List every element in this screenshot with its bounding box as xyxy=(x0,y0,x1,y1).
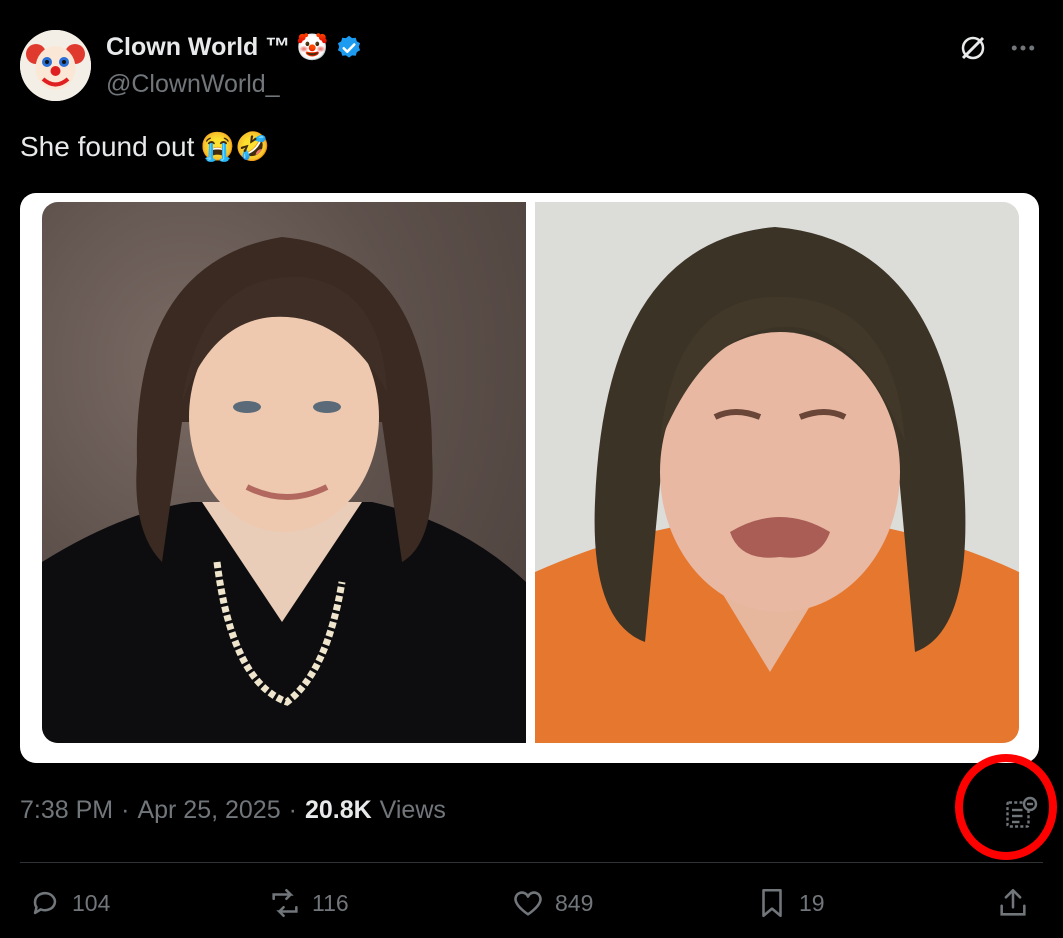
reply-count: 104 xyxy=(72,889,111,916)
tweet-media[interactable] xyxy=(20,193,1039,763)
tweet-text: She found out 😭🤣 xyxy=(20,130,270,163)
like-icon xyxy=(514,891,542,916)
bookmark-icon xyxy=(762,888,782,918)
bookmark-count: 19 xyxy=(799,889,825,916)
bookmark-button[interactable]: 19 xyxy=(755,886,825,920)
repost-button[interactable]: 116 xyxy=(268,886,349,920)
tweet-meta: 7:38 PM · Apr 25, 2025 · 20.8K Views xyxy=(20,796,446,825)
woman-crying-image xyxy=(535,227,1019,743)
photo-after[interactable] xyxy=(535,202,1019,743)
meta-separator: · xyxy=(121,796,130,824)
highlight-circle xyxy=(955,754,1057,860)
meta-separator: · xyxy=(288,796,297,824)
like-count: 849 xyxy=(555,889,594,916)
tweet-time[interactable]: 7:38 PM xyxy=(20,796,113,825)
clown-emoji: 🤡 xyxy=(296,32,329,62)
photo-before[interactable] xyxy=(42,202,526,743)
reply-button[interactable]: 104 xyxy=(28,886,110,920)
tweet-date[interactable]: Apr 25, 2025 xyxy=(137,796,280,825)
clown-avatar-image xyxy=(20,30,91,101)
divider xyxy=(20,862,1043,863)
user-name-row[interactable]: Clown World ™ 🤡 xyxy=(106,32,363,63)
tweet-text-body: She found out xyxy=(20,130,195,162)
verified-badge-icon xyxy=(337,35,360,58)
share-icon xyxy=(1000,888,1026,916)
repost-icon xyxy=(272,888,298,918)
grok-icon[interactable] xyxy=(958,33,988,63)
user-name[interactable]: Clown World ™ xyxy=(106,33,290,62)
share-button[interactable] xyxy=(996,886,1030,920)
more-icon[interactable] xyxy=(1008,33,1038,63)
user-handle[interactable]: @ClownWorld_ xyxy=(106,70,280,99)
like-button[interactable]: 849 xyxy=(511,886,593,920)
reply-icon xyxy=(33,891,57,915)
woman-smiling-image xyxy=(42,237,526,743)
avatar[interactable] xyxy=(20,30,91,101)
action-bar: 104 116 849 19 xyxy=(0,886,1063,930)
views-label: Views xyxy=(379,796,446,824)
tweet-emojis: 😭🤣 xyxy=(200,131,271,162)
repost-count: 116 xyxy=(312,889,349,916)
views-count: 20.8K xyxy=(304,796,372,824)
